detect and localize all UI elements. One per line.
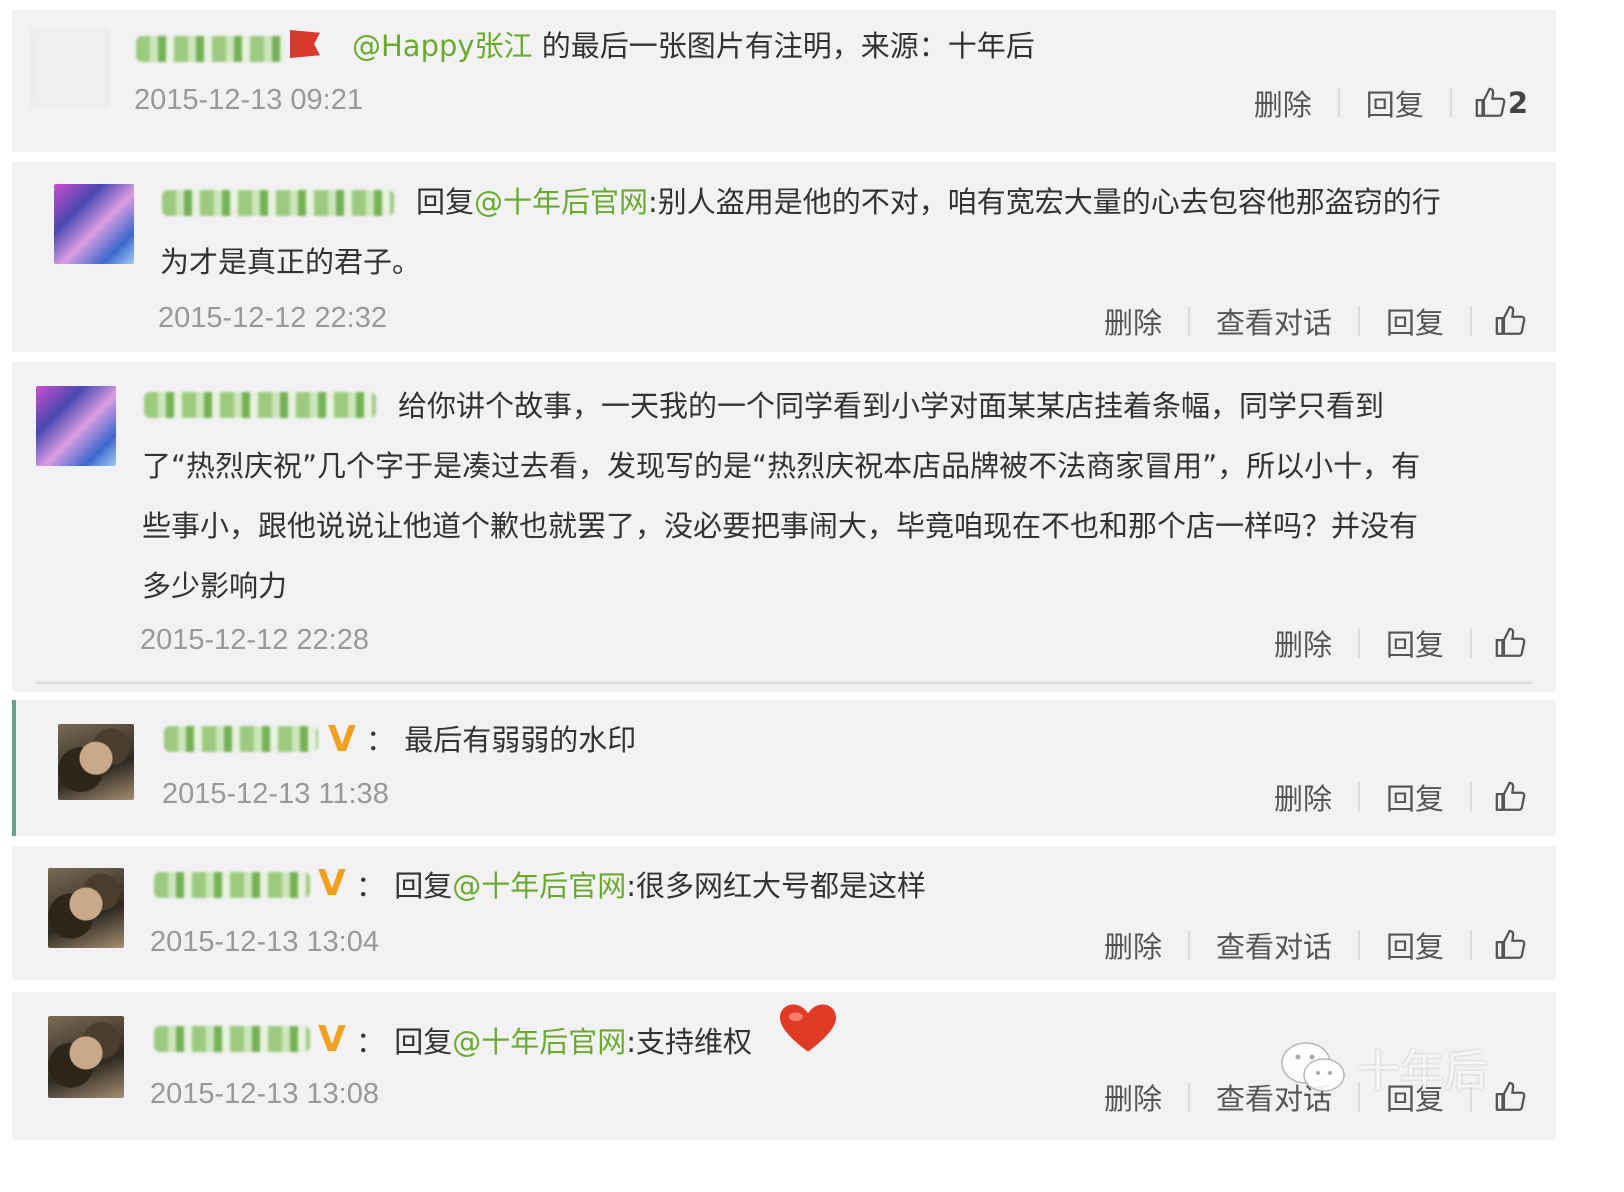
comment-text-line-2: 了“热烈庆祝”几个字于是凑过去看，发现写的是“热烈庆祝本店品牌被不法商家冒用”，… (142, 449, 1421, 483)
timestamp: 2015-12-12 22:32 (158, 302, 387, 334)
thumbs-up-icon (1475, 87, 1506, 117)
comment-text: ： 回复@十年后官网:支持维权 (356, 1025, 753, 1059)
view-conversation-button[interactable]: 查看对话 (1190, 924, 1358, 966)
comment-actions: 删除 回复 (1248, 622, 1528, 664)
username-blurred[interactable] (154, 872, 310, 898)
comment-text-line-3: 些事小，跟他说说让他道个歉也就罢了，没必要把事闹大，毕竟咱现在不也和那个店一样吗… (142, 509, 1419, 543)
username-blurred[interactable] (162, 190, 394, 216)
comment-text: @Happy张江 的最后一张图片有注明，来源：十年后 (352, 29, 1035, 63)
mention-link[interactable]: @十年后官网 (452, 869, 626, 903)
delete-button[interactable]: 删除 (1248, 776, 1358, 818)
divider (36, 682, 1532, 684)
comment-actions: 删除 查看对话 回复 (1078, 924, 1528, 966)
timestamp: 2015-12-13 13:08 (150, 1078, 379, 1110)
avatar[interactable] (36, 386, 116, 466)
comment-card-1: @Happy张江 的最后一张图片有注明，来源：十年后 2015-12-13 09… (12, 10, 1556, 152)
timestamp: 2015-12-13 13:04 (150, 926, 379, 958)
comment-text-line-2: 为才是真正的君子。 (160, 245, 422, 279)
timestamp: 2015-12-12 22:28 (140, 624, 369, 656)
view-conversation-button[interactable]: 查看对话 (1190, 300, 1358, 342)
reply-button[interactable]: 回复 (1360, 776, 1470, 818)
reply-button[interactable]: 回复 (1360, 300, 1470, 342)
comment-card-3: 给你讲个故事，一天我的一个同学看到小学对面某某店挂着条幅，同学只看到 了“热烈庆… (12, 362, 1556, 692)
timestamp: 2015-12-13 11:38 (162, 778, 389, 810)
thumbs-up-icon (1495, 781, 1526, 811)
reply-button[interactable]: 回复 (1360, 924, 1470, 966)
avatar[interactable] (54, 184, 134, 264)
wechat-logo-icon (1281, 1042, 1345, 1092)
comment-actions: 删除 回复 2 (1228, 82, 1528, 124)
flag-icon (290, 30, 320, 58)
avatar[interactable] (48, 868, 124, 948)
comment-actions: 删除 回复 (1248, 776, 1528, 818)
reply-button[interactable]: 回复 (1360, 622, 1470, 664)
delete-button[interactable]: 删除 (1248, 622, 1358, 664)
comment-card-4: V ： 最后有弱弱的水印 2015-12-13 11:38 删除 回复 (16, 700, 1556, 836)
like-button[interactable] (1472, 928, 1528, 962)
like-button[interactable] (1472, 780, 1528, 814)
thumbs-up-icon (1495, 305, 1526, 335)
username-blurred[interactable] (136, 36, 286, 62)
vip-badge: V (318, 1019, 346, 1060)
comment-text-line-1: 回复@十年后官网:别人盗用是他的不对，咱有宽宏大量的心去包容他那盗窃的行 (416, 185, 1441, 219)
thumbs-up-icon (1495, 929, 1526, 959)
comment-card-2: 回复@十年后官网:别人盗用是他的不对，咱有宽宏大量的心去包容他那盗窃的行 为才是… (12, 162, 1556, 352)
comment-card-5: V ： 回复@十年后官网:很多网红大号都是这样 2015-12-13 13:04… (12, 846, 1556, 980)
comment-text-line-1: 给你讲个故事，一天我的一个同学看到小学对面某某店挂着条幅，同学只看到 (398, 389, 1385, 423)
mention-link[interactable]: @十年后官网 (474, 185, 648, 219)
avatar[interactable] (58, 724, 134, 800)
mention-link[interactable]: @Happy张江 (352, 29, 533, 63)
username-blurred[interactable] (144, 392, 376, 418)
heart-icon (780, 1004, 836, 1052)
comment-text-line-4: 多少影响力 (142, 569, 288, 603)
delete-button[interactable]: 删除 (1078, 1076, 1188, 1118)
like-count: 2 (1507, 86, 1528, 120)
vip-badge: V (318, 863, 346, 904)
timestamp: 2015-12-13 09:21 (134, 84, 363, 116)
watermark: 十年后 (1278, 1032, 1518, 1102)
vip-badge: V (328, 719, 356, 760)
delete-button[interactable]: 删除 (1078, 924, 1188, 966)
avatar[interactable] (48, 1016, 124, 1098)
reply-button[interactable]: 回复 (1340, 82, 1450, 124)
comment-text: ： 回复@十年后官网:很多网红大号都是这样 (356, 869, 927, 903)
delete-button[interactable]: 删除 (1228, 82, 1338, 124)
like-button[interactable] (1472, 304, 1528, 338)
watermark-text: 十年后 (1356, 1046, 1488, 1097)
like-button[interactable] (1472, 626, 1528, 660)
comment-actions: 删除 查看对话 回复 (1078, 300, 1528, 342)
delete-button[interactable]: 删除 (1078, 300, 1188, 342)
mention-link[interactable]: @十年后官网 (452, 1025, 626, 1059)
comment-text: ： 最后有弱弱的水印 (366, 723, 637, 757)
thumbs-up-icon (1495, 627, 1526, 657)
avatar[interactable] (30, 28, 110, 108)
like-button[interactable]: 2 (1452, 86, 1528, 120)
username-blurred[interactable] (154, 1026, 310, 1052)
username-blurred[interactable] (164, 726, 318, 752)
